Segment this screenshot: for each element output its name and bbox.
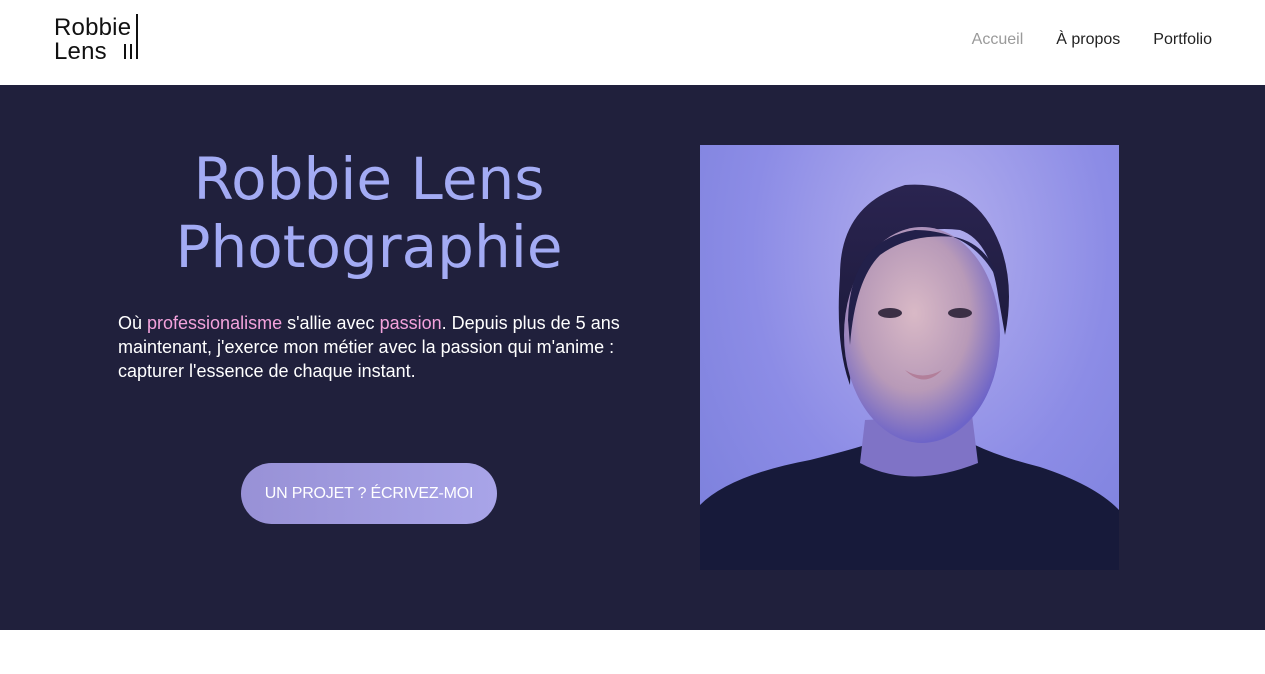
hero-title-line1: Robbie Lens [193, 145, 545, 213]
logo-bar [130, 44, 132, 59]
nav-link-portfolio[interactable]: Portfolio [1153, 30, 1212, 50]
hero-text-part1: Où [118, 313, 148, 333]
contact-cta-button[interactable]: UN PROJET ? ÉCRIVEZ-MOI [241, 463, 497, 524]
logo-bar [136, 14, 138, 59]
hero-title-line2: Photographie [175, 213, 563, 281]
nav-link-a-propos[interactable]: À propos [1056, 30, 1120, 50]
logo-text-line2: Lens [54, 38, 107, 65]
site-header: Robbie Lens Accueil À propos Portfolio [0, 0, 1265, 85]
logo-bar [124, 44, 126, 59]
portrait-illustration [700, 184, 1119, 570]
logo[interactable]: Robbie Lens [54, 14, 144, 64]
highlight-professionalisme: professionalisme [147, 313, 283, 333]
hero-title: Robbie Lens Photographie [118, 145, 620, 281]
hero-text-part2: s'allie avec [282, 313, 380, 333]
hero-description: Où professionalisme s'allie avec passion… [118, 311, 623, 383]
logo-text-line1: Robbie [54, 14, 132, 41]
portrait-photo [700, 145, 1119, 570]
main-nav: Accueil À propos Portfolio [972, 30, 1212, 50]
nav-link-accueil[interactable]: Accueil [972, 30, 1024, 50]
hero-section: Robbie Lens Photographie Où professional… [0, 85, 1265, 630]
highlight-passion: passion [379, 313, 442, 333]
